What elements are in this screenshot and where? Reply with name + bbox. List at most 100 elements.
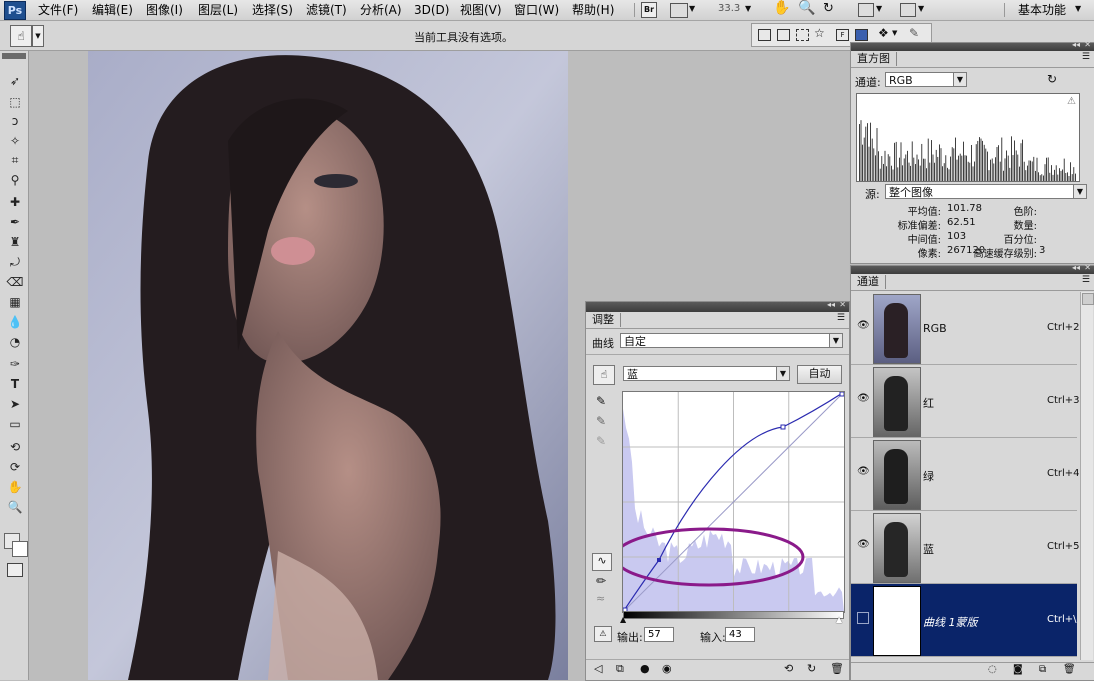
refresh-icon[interactable]: ↻ (1047, 72, 1057, 86)
close-icon[interactable]: ✕ (839, 300, 846, 309)
input-field[interactable] (725, 627, 755, 642)
tab-channels[interactable]: 通道 (851, 275, 886, 289)
extras-icon[interactable] (855, 29, 868, 41)
chevron-down-icon[interactable]: ▼ (776, 367, 789, 380)
dodge-tool-icon[interactable]: ◔ (6, 334, 24, 350)
guides-icon[interactable] (777, 29, 790, 41)
channel-row-rgb[interactable]: 👁 RGB Ctrl+2 (851, 292, 1080, 365)
toolbox-grip[interactable] (2, 53, 26, 59)
screen-mode-icon[interactable] (900, 3, 916, 17)
on-image-adjust-icon[interactable]: ☝ (593, 365, 615, 385)
panel-titlebar[interactable]: ◂◂ ✕ (851, 40, 1094, 51)
menu-3d[interactable]: 3D(D) (414, 0, 449, 20)
previous-state-icon[interactable]: ⟲ (784, 662, 793, 675)
bridge-button[interactable]: Br (641, 2, 657, 18)
channel-row-blue[interactable]: 👁 蓝 Ctrl+5 (851, 511, 1080, 584)
3d-rotate-icon[interactable]: ⟲ (6, 439, 24, 455)
eyedropper-tool-icon[interactable]: ⚲ (6, 172, 24, 188)
histogram-source-select[interactable]: 整个图像 ▼ (885, 184, 1087, 199)
history-brush-icon[interactable]: ⤾ (6, 254, 24, 270)
zoom-tool-icon[interactable]: 🔍 (798, 0, 815, 16)
3d-orbit-icon[interactable]: ⟳ (6, 459, 24, 475)
save-selection-icon[interactable]: ◙ (1013, 664, 1023, 675)
marquee-tool-icon[interactable]: ⬚ (6, 94, 24, 110)
screen-mode-icon[interactable] (670, 3, 688, 18)
blur-tool-icon[interactable]: 💧 (6, 314, 24, 330)
gray-eyedropper-icon[interactable]: ✎ (596, 414, 606, 428)
white-point-slider[interactable]: ▲ (836, 615, 842, 624)
visibility-toggle[interactable] (857, 612, 869, 624)
collapse-icon[interactable]: ◂◂ (1072, 263, 1080, 272)
white-eyedropper-icon[interactable]: ✎ (596, 434, 606, 448)
menu-filter[interactable]: 滤镜(T) (306, 0, 347, 20)
warning-icon[interactable]: ⚠ (1067, 96, 1076, 107)
close-icon[interactable]: ✕ (1084, 263, 1091, 272)
reset-icon[interactable]: ↻ (807, 662, 816, 675)
curves-preset-select[interactable]: 自定 ▼ (620, 333, 843, 348)
chevron-down-icon[interactable]: ▼ (876, 4, 882, 13)
chevron-down-icon[interactable]: ▼ (32, 25, 44, 47)
trash-icon[interactable]: 🗑 (830, 662, 844, 675)
menu-analysis[interactable]: 分析(A) (360, 0, 402, 20)
curves-graph[interactable] (613, 391, 845, 613)
menu-view[interactable]: 视图(V) (460, 0, 502, 20)
tab-histogram[interactable]: 直方图 (851, 52, 897, 66)
menu-window[interactable]: 窗口(W) (514, 0, 559, 20)
menu-file[interactable]: 文件(F) (38, 0, 78, 20)
curves-channel-select[interactable]: 蓝 ▼ (623, 366, 790, 381)
document-photo[interactable] (88, 51, 568, 680)
grid-icon[interactable] (796, 29, 809, 41)
panel-menu-icon[interactable]: ☰ (837, 313, 845, 323)
quick-select-tool-icon[interactable]: ✧ (6, 133, 24, 149)
zoom-tool-icon[interactable]: 🔍 (6, 499, 24, 515)
type-tool-icon[interactable]: T (6, 376, 24, 392)
clip-to-layer-icon[interactable]: ● (640, 662, 650, 675)
chevron-down-icon[interactable]: ▼ (745, 4, 751, 13)
shape-tool-icon[interactable]: ▭ (6, 416, 24, 432)
menu-image[interactable]: 图像(I) (146, 0, 183, 20)
menu-layer[interactable]: 图层(L) (198, 0, 238, 20)
channel-row-mask[interactable]: 曲线 1蒙版 Ctrl+\ (851, 584, 1077, 657)
menu-edit[interactable]: 编辑(E) (92, 0, 133, 20)
channels-scrollbar[interactable] (1080, 292, 1094, 660)
chevron-down-icon[interactable]: ▼ (892, 29, 897, 37)
hand-tool-icon[interactable]: ✋ (773, 0, 790, 16)
crop-tool-icon[interactable]: ⌗ (6, 152, 24, 168)
star-icon[interactable]: ☆ (814, 26, 825, 40)
chevron-down-icon[interactable]: ▼ (918, 4, 924, 13)
workspace-switcher[interactable]: 基本功能 (1018, 0, 1066, 20)
brush-tool-icon[interactable]: ✒ (6, 214, 24, 230)
tag-icon[interactable]: ✎ (909, 26, 919, 40)
healing-brush-icon[interactable]: ✚ (6, 194, 24, 210)
load-selection-icon[interactable]: ◌ (988, 664, 997, 675)
pencil-icon[interactable]: ✏ (596, 574, 606, 588)
move-tool-icon[interactable]: ➶ (6, 73, 24, 89)
eye-icon[interactable]: 👁 (857, 466, 870, 478)
chevron-down-icon[interactable]: ▼ (1075, 4, 1081, 13)
black-eyedropper-icon[interactable]: ✎ (596, 394, 606, 408)
clone-stamp-icon[interactable]: ♜ (6, 234, 24, 250)
eraser-tool-icon[interactable]: ⌫ (6, 274, 24, 290)
pen-tool-icon[interactable]: ✑ (6, 356, 24, 372)
zoom-level[interactable]: 33.3 (718, 3, 740, 14)
quick-mask-icon[interactable] (7, 563, 23, 577)
channel-row-red[interactable]: 👁 红 Ctrl+3 (851, 365, 1080, 438)
path-select-icon[interactable]: ➤ (6, 396, 24, 412)
auto-button[interactable]: 自动 (797, 365, 842, 384)
chevron-down-icon[interactable]: ▼ (829, 334, 842, 347)
tool-preset-icon[interactable]: ☝ (10, 25, 32, 47)
collapse-icon[interactable]: ◂◂ (827, 300, 835, 309)
panel-titlebar[interactable]: ◂◂ ✕ (851, 263, 1094, 274)
back-arrow-icon[interactable]: ◁ (594, 662, 602, 675)
chevron-down-icon[interactable]: ▼ (953, 73, 966, 86)
eye-icon[interactable]: ◉ (662, 662, 672, 675)
rotate-view-icon[interactable]: ↻ (823, 1, 834, 16)
panel-titlebar[interactable]: ◂◂ ✕ (586, 300, 849, 312)
menu-help[interactable]: 帮助(H) (572, 0, 614, 20)
trash-icon[interactable]: 🗑 (1063, 664, 1076, 675)
chevron-down-icon[interactable]: ▼ (689, 4, 695, 13)
tab-adjustments[interactable]: 调整 (586, 313, 621, 327)
menu-select[interactable]: 选择(S) (252, 0, 293, 20)
collapse-icon[interactable]: ◂◂ (1072, 40, 1080, 49)
black-point-slider[interactable]: ▲ (620, 615, 626, 624)
